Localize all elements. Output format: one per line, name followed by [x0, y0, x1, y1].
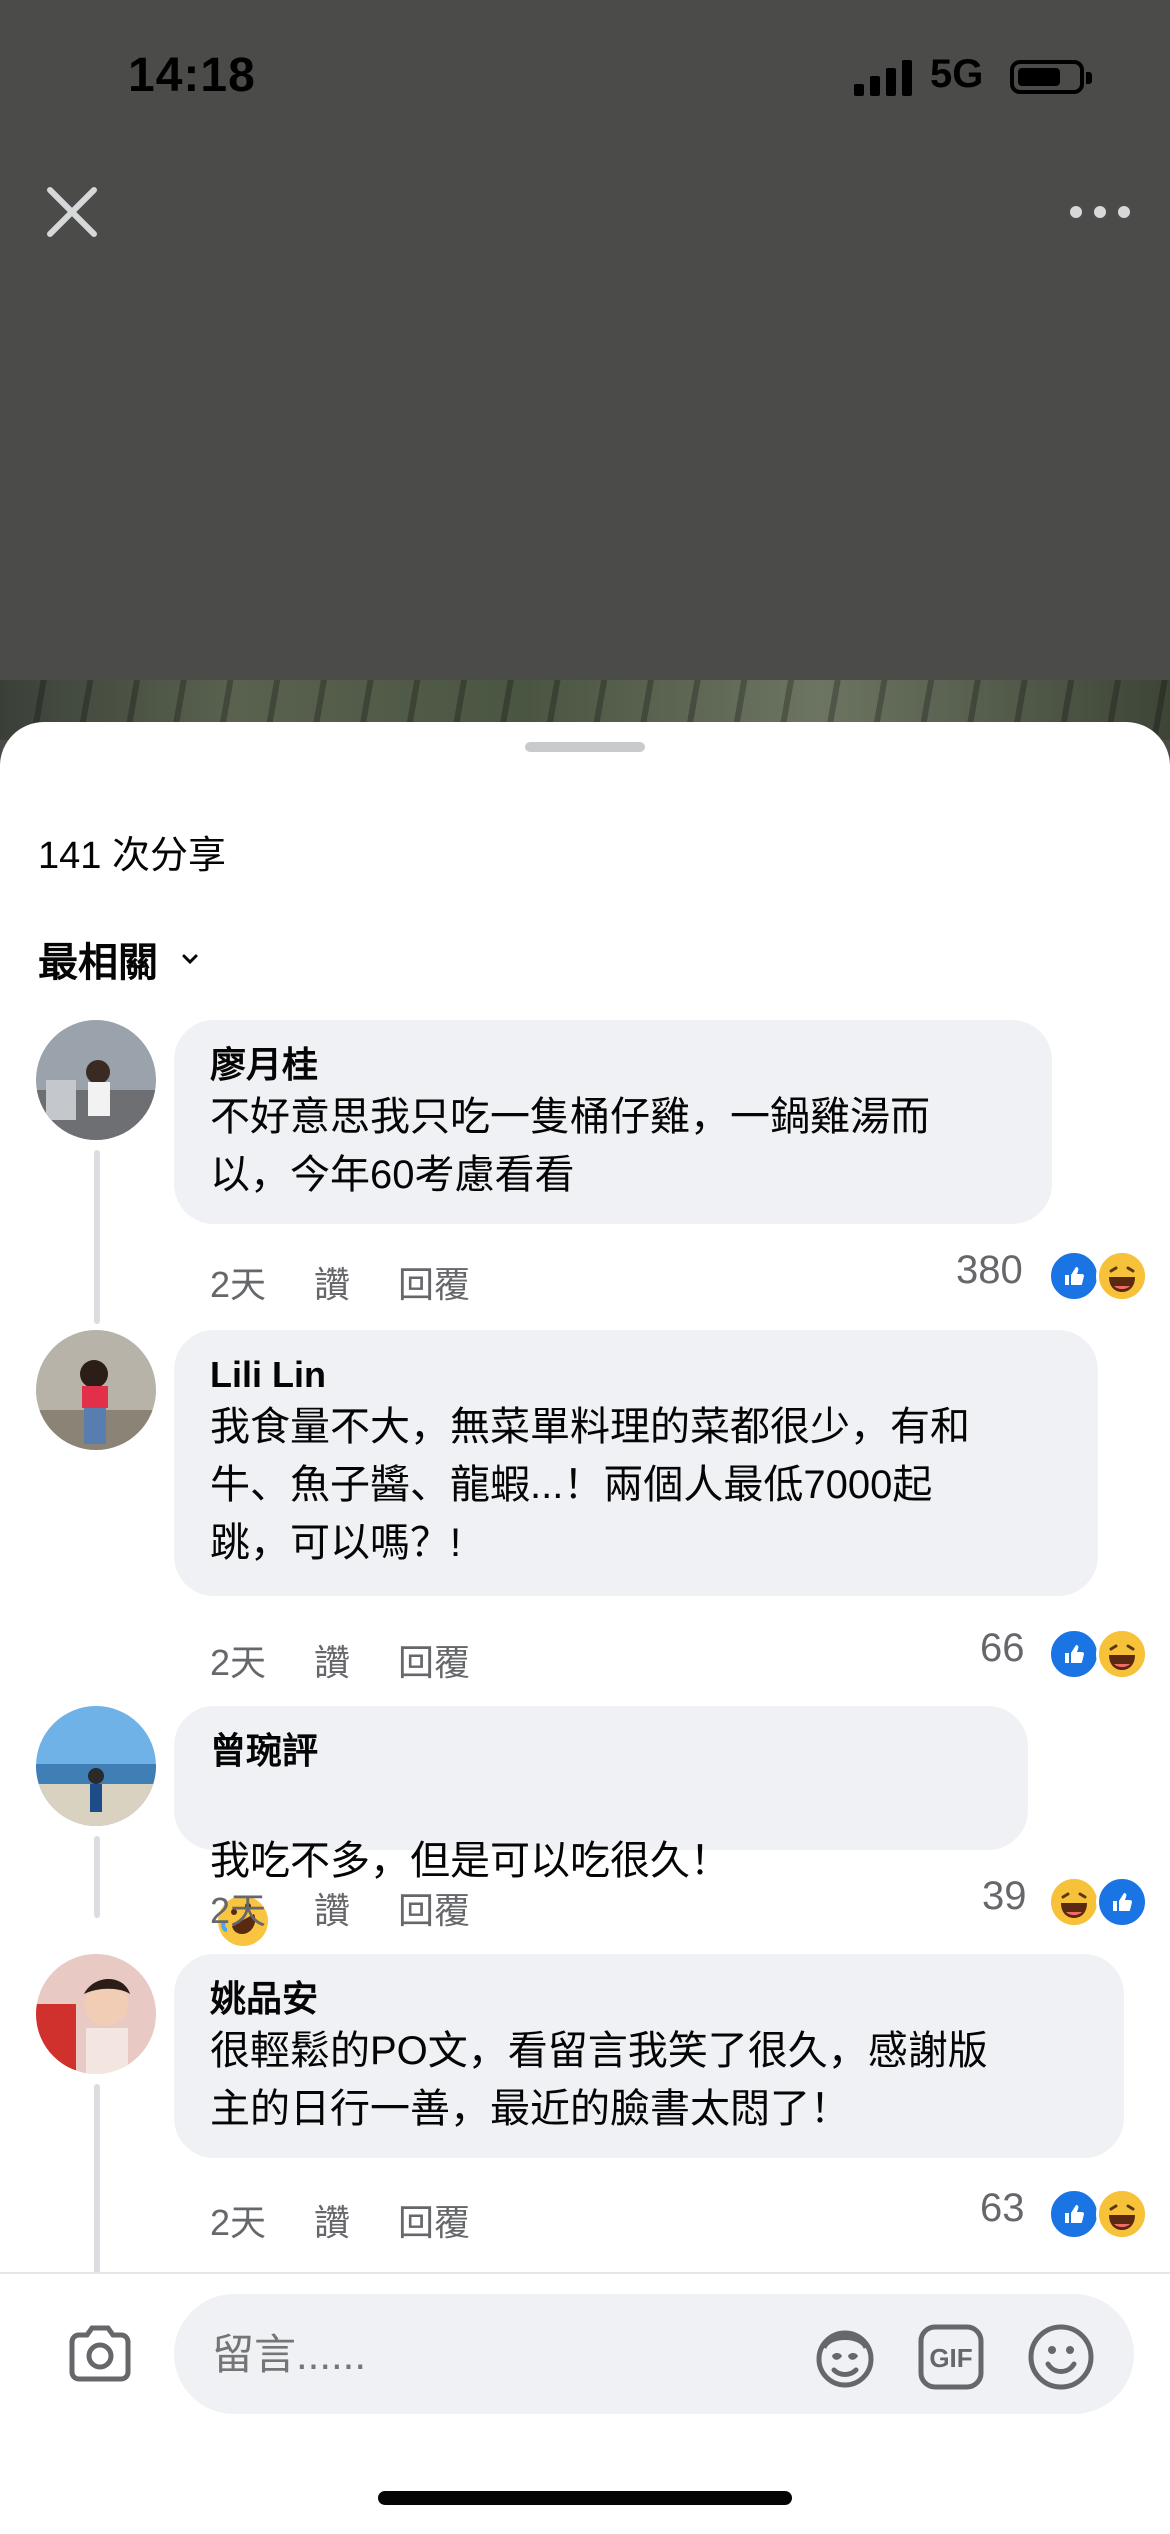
home-indicator[interactable] [378, 2491, 792, 2505]
haha-icon [1096, 1628, 1148, 1680]
haha-icon [1096, 1250, 1148, 1302]
avatar[interactable] [36, 1330, 156, 1450]
status-bar: 14:18 5G [0, 0, 1170, 160]
like-button[interactable]: 讚 [314, 1882, 350, 1934]
comment-text: 我食量不大，無菜單料理的菜都很少，有和 牛、魚子醬、龍蝦...！兩個人最低700… [210, 1405, 970, 1565]
comments-sheet: 141 次分享 最相關 廖月桂 不好意思我只吃一隻桶仔雞，一鍋雞湯而 以，今年6… [0, 722, 1170, 2532]
comment-author[interactable]: Lili Lin [210, 1352, 1062, 1398]
comment-time: 2天 [210, 1642, 267, 1683]
thread-line [94, 1836, 100, 1918]
comment-actions: 2天 讚 回覆 [210, 1882, 470, 1934]
thread-line [94, 1150, 100, 1324]
network-type: 5G [930, 52, 984, 96]
comment-bubble[interactable]: Lili Lin 我食量不大，無菜單料理的菜都很少，有和 牛、魚子醬、龍蝦...… [174, 1330, 1098, 1596]
comment-bubble[interactable]: 曾琬評 我吃不多，但是可以吃很久！ [174, 1706, 1028, 2063]
signal-icon [854, 60, 916, 96]
like-button[interactable]: 讚 [314, 2194, 350, 2246]
comment-author[interactable]: 曾琬評 [210, 1728, 992, 1774]
haha-icon [1096, 2188, 1148, 2240]
comment-bubble[interactable]: 姚品安 很輕鬆的PO文，看留言我笑了很久，感謝版 主的日行一善，最近的臉書太悶了… [174, 1954, 1124, 2158]
avatar[interactable] [36, 1020, 156, 1140]
gif-label: GIF [929, 2343, 972, 2373]
comment-time: 2天 [210, 1264, 267, 1305]
close-icon[interactable] [40, 180, 104, 244]
comment-actions: 2天 讚 回覆 [210, 1634, 470, 1686]
reaction-count[interactable]: 63 [980, 2186, 1025, 2231]
sort-label: 最相關 [38, 941, 158, 985]
comment-input[interactable] [210, 2294, 734, 2416]
avatar[interactable] [36, 1954, 156, 2074]
reply-button[interactable]: 回覆 [398, 1882, 470, 1934]
reply-button[interactable]: 回覆 [398, 1256, 470, 1308]
comment-time: 2天 [210, 1890, 267, 1931]
like-button[interactable]: 讚 [314, 1256, 350, 1308]
reaction-count[interactable]: 380 [956, 1248, 1023, 1293]
comment-text: 我吃不多，但是可以吃很久！ [210, 1839, 730, 1883]
comment-author[interactable]: 廖月桂 [210, 1042, 1016, 1088]
avatar[interactable] [36, 1706, 156, 1826]
comment-bubble[interactable]: 廖月桂 不好意思我只吃一隻桶仔雞，一鍋雞湯而 以，今年60考慮看看 [174, 1020, 1052, 1224]
reply-button[interactable]: 回覆 [398, 1634, 470, 1686]
chevron-down-icon [182, 954, 198, 965]
comment-actions: 2天 讚 回覆 [210, 2194, 470, 2246]
comment-actions: 2天 讚 回覆 [210, 1256, 470, 1308]
sort-dropdown[interactable]: 最相關 [38, 930, 202, 988]
like-icon [1048, 1628, 1100, 1680]
like-icon [1048, 1250, 1100, 1302]
emoji-icon[interactable] [1026, 2322, 1096, 2392]
comment-author[interactable]: 姚品安 [210, 1976, 1088, 2022]
haha-icon [1048, 1876, 1100, 1928]
sheet-drag-handle[interactable] [525, 742, 645, 752]
reaction-count[interactable]: 66 [980, 1626, 1025, 1671]
thread-line [94, 2084, 100, 2284]
camera-icon[interactable] [64, 2318, 136, 2390]
like-icon [1048, 2188, 1100, 2240]
comment-text: 不好意思我只吃一隻桶仔雞，一鍋雞湯而 以，今年60考慮看看 [210, 1095, 930, 1197]
more-options-icon[interactable] [1060, 190, 1140, 234]
gif-icon[interactable]: GIF [916, 2322, 986, 2392]
avatar-sticker-icon[interactable] [810, 2322, 880, 2392]
like-icon [1096, 1876, 1148, 1928]
comment-input-box[interactable]: GIF [174, 2294, 1134, 2416]
reaction-count[interactable]: 39 [982, 1874, 1027, 1919]
reply-button[interactable]: 回覆 [398, 2194, 470, 2246]
comment-time: 2天 [210, 2202, 267, 2243]
like-button[interactable]: 讚 [314, 1634, 350, 1686]
comment-text: 很輕鬆的PO文，看留言我笑了很久，感謝版 主的日行一善，最近的臉書太悶了！ [210, 2029, 988, 2131]
status-time: 14:18 [128, 49, 256, 102]
battery-icon [1010, 60, 1092, 94]
shares-count[interactable]: 141 次分享 [38, 824, 226, 879]
